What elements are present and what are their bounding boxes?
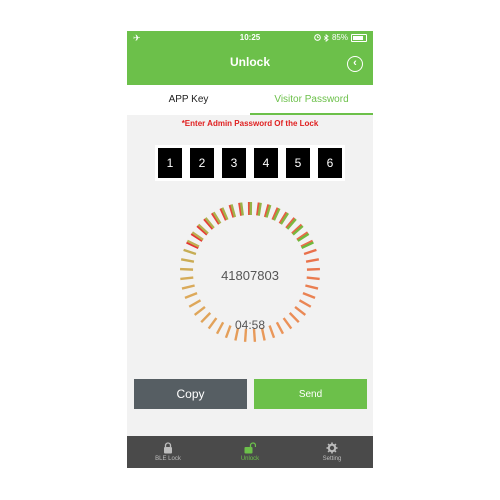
bottom-nav: BLE Lock Unlock Setting bbox=[127, 436, 373, 468]
gauge-segment bbox=[303, 248, 317, 256]
lock-icon bbox=[164, 442, 172, 454]
nav-setting[interactable]: Setting bbox=[291, 436, 373, 468]
gauge-segment bbox=[188, 299, 202, 308]
nav-ble-lock-label: BLE Lock bbox=[155, 456, 181, 462]
gauge-segment bbox=[298, 299, 312, 308]
visitor-password-code: 41807803 bbox=[221, 268, 279, 283]
countdown-timer: 04:58 bbox=[234, 318, 266, 332]
gauge-segment bbox=[305, 258, 320, 263]
gauge-segment bbox=[184, 291, 198, 300]
nav-setting-label: Setting bbox=[322, 456, 342, 462]
send-button[interactable]: Send bbox=[254, 379, 367, 409]
gauge-segment bbox=[305, 284, 319, 290]
nav-unlock-label: Unlock bbox=[240, 456, 260, 462]
gauge-segment bbox=[183, 248, 197, 256]
gauge-segment bbox=[180, 258, 195, 263]
gauge-segment bbox=[181, 284, 195, 290]
gauge-segment bbox=[239, 202, 244, 216]
nav-ble-lock[interactable]: BLE Lock bbox=[127, 436, 209, 468]
copy-button[interactable]: Copy bbox=[134, 379, 247, 409]
gauge-segment bbox=[193, 305, 206, 316]
gauge-segment bbox=[294, 305, 307, 316]
unlock-icon bbox=[244, 442, 256, 454]
gear-icon bbox=[326, 442, 338, 454]
gauge-segment bbox=[302, 291, 316, 300]
phone-screen: ✈ 10:25 85% Unlock ‹ APP Key Visitor Pas… bbox=[127, 31, 373, 468]
nav-unlock[interactable]: Unlock bbox=[209, 436, 291, 468]
